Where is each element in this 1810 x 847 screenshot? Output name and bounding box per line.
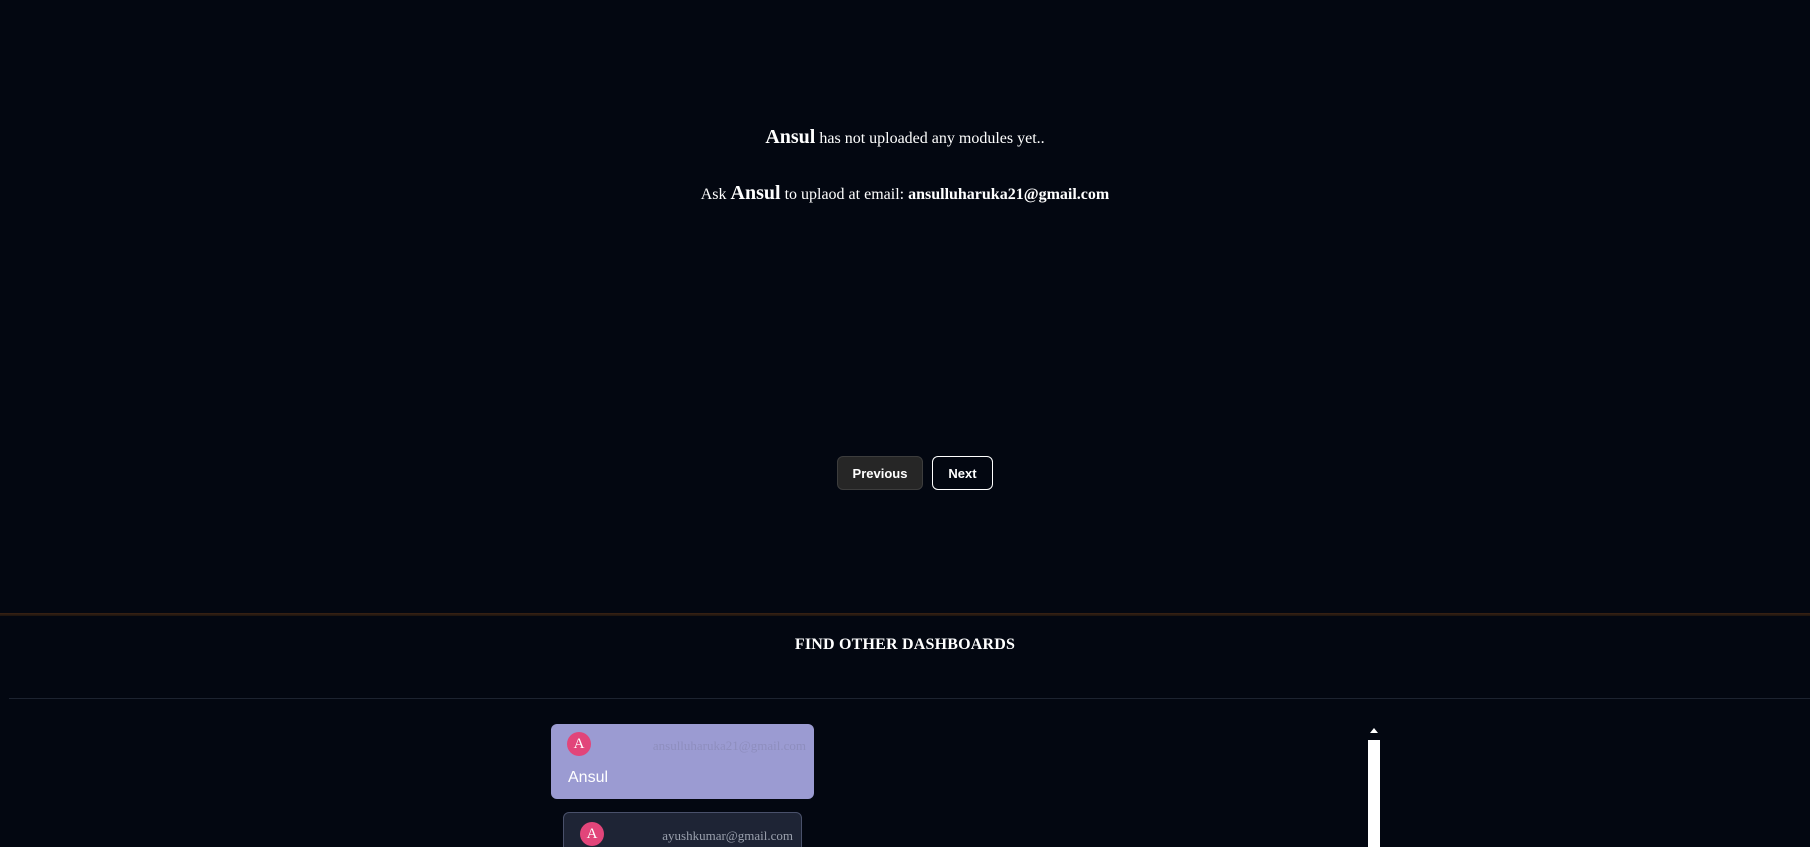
no-modules-message: Ansul has not uploaded any modules yet.. bbox=[0, 126, 1810, 149]
scrollbar-thumb[interactable] bbox=[1368, 740, 1380, 847]
ask-middle-text: to uplaod at email: bbox=[780, 186, 909, 203]
dashboard-card-email: ayushkumar@gmail.com bbox=[662, 828, 793, 843]
pagination: Previous Next bbox=[0, 456, 1810, 490]
next-button[interactable]: Next bbox=[932, 456, 993, 490]
dashboard-card-email: ansulluharuka21@gmail.com bbox=[652, 738, 806, 753]
owner-name-ask: Ansul bbox=[730, 182, 781, 204]
dashboard-card-ansul[interactable]: A ansulluharuka21@gmail.com Ansul bbox=[551, 724, 814, 799]
owner-email: ansulluharuka21@gmail.com bbox=[908, 186, 1110, 203]
ask-upload-message: Ask Ansul to uplaod at email: ansulluhar… bbox=[0, 182, 1810, 205]
dashboard-page: Ansul has not uploaded any modules yet..… bbox=[0, 0, 1810, 847]
dashboard-list-scrollbar[interactable] bbox=[1368, 728, 1380, 847]
find-dashboards-heading: FIND OTHER DASHBOARDS bbox=[794, 636, 1016, 653]
ask-prefix-text: Ask bbox=[700, 186, 731, 203]
dashboard-card-ayushkumar[interactable]: A ayushkumar@gmail.com bbox=[563, 812, 802, 847]
section-divider bbox=[0, 613, 1810, 616]
avatar: A bbox=[567, 732, 591, 756]
owner-name: Ansul bbox=[765, 126, 816, 148]
dashboard-card-name: Ansul bbox=[568, 769, 609, 786]
heading-divider bbox=[9, 698, 1810, 699]
previous-button[interactable]: Previous bbox=[837, 456, 923, 490]
avatar: A bbox=[580, 822, 604, 846]
scroll-up-arrow-icon[interactable] bbox=[1370, 728, 1378, 733]
no-modules-text: has not uploaded any modules yet.. bbox=[815, 130, 1045, 147]
